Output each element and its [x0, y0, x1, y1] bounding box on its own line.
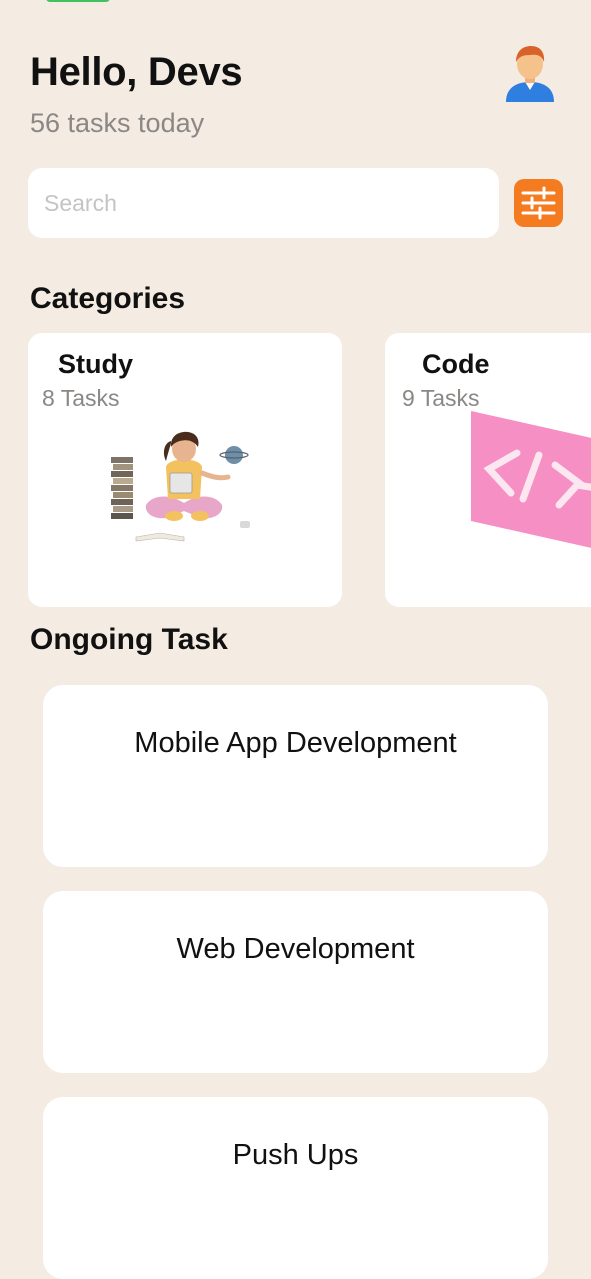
study-illustration-icon	[111, 431, 250, 542]
category-name: Study	[58, 349, 134, 379]
task-card[interactable]: Web Development	[43, 891, 548, 1073]
code-brackets-icon	[471, 411, 591, 548]
category-card-study[interactable]: Study 8 Tasks	[28, 333, 342, 607]
tasks-count-subtitle: 56 tasks today	[30, 108, 205, 138]
category-card-code[interactable]: Code 9 Tasks	[385, 333, 591, 607]
task-card[interactable]: Mobile App Development	[43, 685, 548, 867]
task-title: Web Development	[176, 933, 415, 965]
sliders-icon	[521, 186, 556, 220]
category-count: 9 Tasks	[402, 385, 480, 411]
task-card[interactable]: Push Ups	[43, 1097, 548, 1279]
task-title: Mobile App Development	[134, 727, 457, 759]
user-avatar[interactable]	[502, 44, 558, 104]
avatar-icon	[506, 46, 554, 102]
category-count: 8 Tasks	[42, 385, 120, 411]
task-title: Push Ups	[232, 1139, 359, 1171]
greeting-title: Hello, Devs	[30, 50, 243, 94]
categories-heading: Categories	[30, 282, 186, 315]
search-container	[28, 168, 499, 238]
ongoing-task-heading: Ongoing Task	[30, 623, 228, 656]
status-bar-indicator	[46, 0, 110, 2]
filter-button[interactable]	[514, 179, 563, 227]
search-input[interactable]	[28, 168, 499, 238]
category-name: Code	[422, 349, 490, 379]
